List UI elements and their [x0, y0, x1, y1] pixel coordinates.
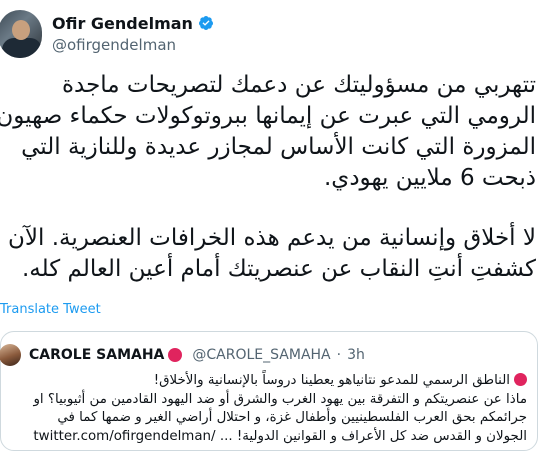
avatar-suit — [2, 38, 42, 58]
red-circle-icon — [168, 348, 183, 362]
author-handle[interactable]: @ofirgendelman — [52, 36, 176, 54]
quoted-link[interactable]: twitter.com/ofirgendelman/ — [33, 429, 215, 444]
quoted-author-name: CAROLE SAMAHA — [29, 347, 165, 363]
header-separator: · — [336, 347, 342, 363]
quoted-line-text: الجولان و القدس ضد كل الأعراف و القوانين… — [219, 428, 527, 444]
avatar-face — [12, 20, 30, 40]
tweet-text: تتهربي من مسؤوليتك عن دعمك لتصريحات ماجد… — [0, 70, 536, 285]
quoted-tweet-header: CAROLE SAMAHA @CAROLE_SAMAHA · 3h — [0, 344, 365, 366]
quoted-tweet-time: 3h — [347, 347, 365, 363]
author-avatar[interactable] — [0, 10, 42, 58]
quoted-line: ماذا عن عنصريتكم و التفرقة بين يهود الغر… — [33, 391, 527, 407]
tweet-paragraph: تتهربي من مسؤوليتك عن دعمك لتصريحات ماجد… — [0, 72, 536, 191]
quoted-author-avatar — [0, 344, 21, 366]
red-circle-icon — [514, 373, 527, 386]
quoted-tweet-text: الناطق الرسمي للمدعو نتانياهو يعطينا درو… — [0, 372, 527, 446]
quoted-tweet[interactable]: CAROLE SAMAHA @CAROLE_SAMAHA · 3h الناطق… — [0, 331, 538, 451]
translate-tweet-link[interactable]: Translate Tweet — [0, 302, 101, 317]
quoted-line: الناطق الرسمي للمدعو نتانياهو يعطينا درو… — [0, 372, 527, 391]
quoted-line: الجولان و القدس ضد كل الأعراف و القوانين… — [0, 428, 527, 447]
verified-badge-icon — [198, 16, 213, 30]
quoted-author-handle: @CAROLE_SAMAHA — [192, 347, 331, 363]
author-name-row: Ofir Gendelman — [52, 12, 214, 34]
quoted-line: جرائمكم بحق العرب الفلسطينيين وأطفال غزة… — [57, 410, 527, 425]
tweet-paragraph: لا أخلاق وإنسانية من يدعم هذه الخرافات ا… — [8, 225, 536, 282]
quoted-line-text: الناطق الرسمي للمدعو نتانياهو يعطينا درو… — [153, 373, 510, 388]
author-name[interactable]: Ofir Gendelman — [52, 14, 193, 33]
